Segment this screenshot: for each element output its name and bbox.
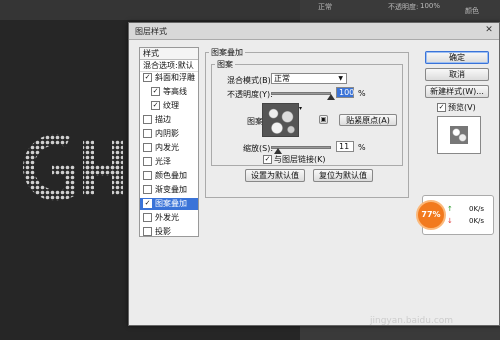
style-item-checkbox[interactable] xyxy=(143,157,152,166)
layer-style-dialog: 图层样式 ✕ 样式 混合选项:默认 ✓ 斜面和浮雕 ✓ 等高线 ✓ 纹理 描边 内阴影 内发光光… xyxy=(128,22,500,326)
style-item[interactable]: 描边 xyxy=(140,114,198,126)
style-item-checkbox[interactable] xyxy=(143,143,152,152)
scale-unit: % xyxy=(358,143,366,152)
style-item-label: 光泽 xyxy=(155,157,171,166)
style-item-label: 投影 xyxy=(155,227,171,236)
upload-arrow-icon: ↑ xyxy=(447,205,453,213)
link-label: 与图层链接(K) xyxy=(274,155,326,164)
style-item[interactable]: ✓ 斜面和浮雕 xyxy=(140,72,198,84)
style-item[interactable]: 外发光 xyxy=(140,212,198,224)
dialog-title: 图层样式 xyxy=(135,27,167,36)
style-preview xyxy=(437,116,481,154)
preview-label: 预览(V) xyxy=(448,103,476,112)
pattern-picker[interactable] xyxy=(262,103,299,137)
style-item-checkbox[interactable] xyxy=(143,171,152,180)
style-item[interactable]: ✓ 等高线 xyxy=(140,86,198,98)
opacity-unit: % xyxy=(358,89,366,98)
new-preset-icon[interactable]: ▣ xyxy=(319,115,328,124)
opacity-slider-thumb[interactable] xyxy=(327,94,335,100)
blend-mode-select[interactable]: 正常 ▼ xyxy=(271,73,347,84)
style-item[interactable]: ✓ 纹理 xyxy=(140,100,198,112)
preview-checkbox[interactable]: ✓ xyxy=(437,103,446,112)
blend-options-item[interactable]: 混合选项:默认 xyxy=(140,60,198,72)
style-item[interactable]: 光泽 xyxy=(140,156,198,168)
opacity-slider[interactable] xyxy=(271,92,331,95)
close-icon[interactable]: ✕ xyxy=(483,25,495,36)
snap-origin-button[interactable]: 贴紧原点(A) xyxy=(339,114,397,126)
new-style-button[interactable]: 新建样式(W)... xyxy=(425,85,489,98)
style-item-checkbox[interactable]: ✓ xyxy=(143,199,152,208)
blend-mode-label: 混合模式(B): xyxy=(227,76,274,85)
cancel-button[interactable]: 取消 xyxy=(425,68,489,81)
layer-blend-mode[interactable]: 正常 xyxy=(318,2,332,12)
section-title: 图案叠加 xyxy=(209,47,245,58)
watermark: jingyan.baidu.com xyxy=(370,316,454,326)
style-item-checkbox[interactable] xyxy=(143,129,152,138)
styles-list: 样式 混合选项:默认 ✓ 斜面和浮雕 ✓ 等高线 ✓ 纹理 描边 内阴影 内发光 光泽 颜色叠加 渐变… xyxy=(139,47,199,237)
style-item-checkbox[interactable]: ✓ xyxy=(151,101,160,110)
style-item-checkbox[interactable] xyxy=(143,115,152,124)
opacity-label: 不透明度(Y): xyxy=(227,90,273,99)
style-item-label: 纹理 xyxy=(163,101,179,110)
download-arrow-icon: ↓ xyxy=(447,217,453,225)
speed-percent-badge[interactable]: 77% xyxy=(416,200,446,230)
scale-label: 缩放(S): xyxy=(243,144,274,153)
canvas-artwork xyxy=(22,134,123,201)
download-speed: 0K/s xyxy=(469,217,485,225)
dialog-titlebar: 图层样式 ✕ xyxy=(129,23,499,40)
blend-mode-value: 正常 xyxy=(274,74,290,83)
style-preview-swatch xyxy=(450,126,468,144)
style-item[interactable]: ✓ 图案叠加 xyxy=(140,198,198,210)
style-item[interactable]: 内阴影 xyxy=(140,128,198,140)
style-item-checkbox[interactable]: ✓ xyxy=(151,87,160,96)
opacity-input[interactable]: 100 xyxy=(336,87,354,98)
style-item-label: 颜色叠加 xyxy=(155,171,187,180)
chevron-down-icon: ▼ xyxy=(338,75,343,82)
style-item-label: 描边 xyxy=(155,115,171,124)
style-item-checkbox[interactable] xyxy=(143,227,152,236)
chevron-down-icon[interactable]: ▾ xyxy=(299,105,302,112)
style-item[interactable]: 渐变叠加 xyxy=(140,184,198,196)
subsection-title: 图案 xyxy=(215,59,235,70)
color-panel-tab[interactable]: 颜色 xyxy=(465,6,479,16)
style-item-checkbox[interactable] xyxy=(143,185,152,194)
style-item-label: 外发光 xyxy=(155,213,179,222)
style-item-checkbox[interactable] xyxy=(143,213,152,222)
layer-opacity-label: 不透明度: xyxy=(388,3,419,11)
network-speed-widget[interactable]: 77% ↑ 0K/s ↓ 0K/s xyxy=(416,195,494,235)
style-item-checkbox[interactable]: ✓ xyxy=(143,73,152,82)
link-checkbox[interactable]: ✓ xyxy=(263,155,272,164)
scale-input[interactable]: 11 xyxy=(336,141,354,152)
styles-header[interactable]: 样式 xyxy=(140,48,198,60)
style-item-label: 等高线 xyxy=(163,87,187,96)
reset-default-button[interactable]: 复位为默认值 xyxy=(313,169,373,182)
upload-speed: 0K/s xyxy=(469,205,485,213)
style-item-label: 图案叠加 xyxy=(155,199,187,208)
layer-opacity-value[interactable]: 100% xyxy=(420,2,440,10)
set-default-button[interactable]: 设置为默认值 xyxy=(245,169,305,182)
style-item-label: 斜面和浮雕 xyxy=(155,73,195,82)
ok-button[interactable]: 确定 xyxy=(425,51,489,64)
style-item[interactable]: 内发光 xyxy=(140,142,198,154)
style-item-label: 内阴影 xyxy=(155,129,179,138)
style-item[interactable]: 投影 xyxy=(140,226,198,238)
style-item[interactable]: 颜色叠加 xyxy=(140,170,198,182)
style-item-label: 内发光 xyxy=(155,143,179,152)
style-item-label: 渐变叠加 xyxy=(155,185,187,194)
